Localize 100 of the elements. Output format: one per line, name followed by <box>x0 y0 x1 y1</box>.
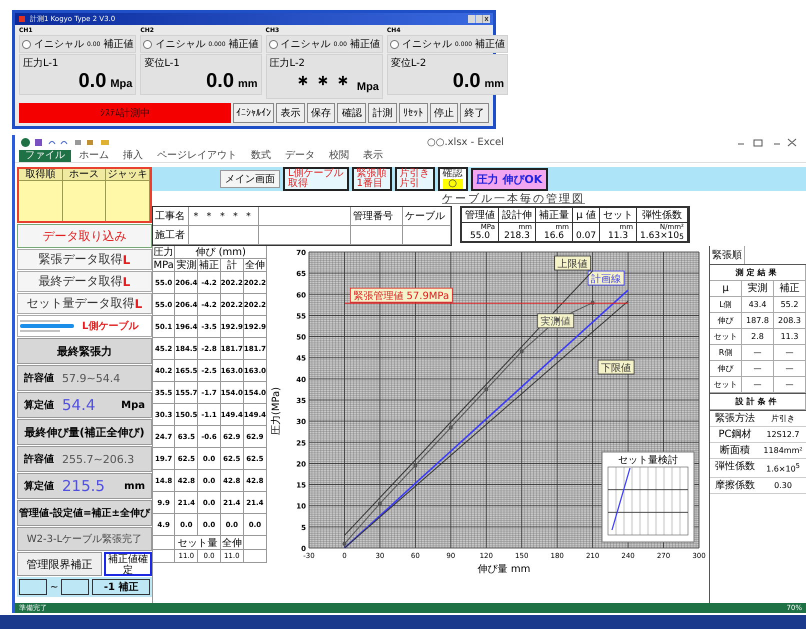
table-cell <box>351 226 403 245</box>
table-cell: 11.3 <box>774 329 806 345</box>
cell-value: 取得 <box>288 179 309 189</box>
radio-button[interactable] <box>22 40 31 48</box>
axis-title: 伸び量 mm <box>478 564 530 575</box>
series-label: 緊張管理値 57.9MPa <box>350 288 453 303</box>
ok-indicator: 圧力 伸びOK <box>470 168 548 190</box>
row-label: 算定値 <box>24 479 54 493</box>
toolbar-button[interactable]: ﾘｾｯﾄ <box>398 103 428 123</box>
radio-button[interactable] <box>268 40 278 48</box>
unit-label: mm <box>484 78 504 90</box>
table-cell: 1.6×10$^{5}$ <box>760 459 806 478</box>
row-label: 弾性係数 <box>710 459 760 478</box>
toolbar-button[interactable]: 表示 <box>276 103 305 123</box>
unit-label: Mpa <box>110 78 132 90</box>
input-field[interactable] <box>19 579 47 595</box>
series-label: 計画線 <box>591 273 622 286</box>
column-header: ホース <box>62 169 106 181</box>
complete-button[interactable]: W2-3-Lケーブル緊張完了 <box>17 527 152 551</box>
row-label: 緊張順 <box>711 248 743 263</box>
ribbon-tab[interactable]: 表示 <box>357 150 389 162</box>
column-header: μ <box>710 281 742 297</box>
column-header: 計 <box>220 259 244 272</box>
column-header: 実測 <box>742 281 774 297</box>
series-label: 計画線 <box>588 270 624 286</box>
table-cell: 2.8 <box>742 329 774 345</box>
toolbar-button[interactable]: 終了 <box>460 103 490 123</box>
macro-button[interactable]: 緊張データ取得L <box>17 249 152 270</box>
cell-label: L側ケーブル <box>288 169 344 179</box>
column-header: 補正 <box>774 281 806 297</box>
allowed-range: 57.9~54.4 <box>62 372 120 384</box>
column-header: 全伸 <box>244 259 267 272</box>
range-separator: ~ <box>50 582 58 592</box>
channel-value: 0.0 <box>78 70 106 93</box>
option-label: イニシャル <box>155 38 206 51</box>
table-cell: 187.8 <box>742 313 774 329</box>
cable-label: L側ケーブル <box>82 320 138 333</box>
column-header: 弾性係数 <box>637 208 688 223</box>
table-cell: — <box>774 361 806 377</box>
table-cell: — <box>742 361 774 377</box>
ribbon-tab[interactable]: ページレイアウト <box>151 150 243 162</box>
axis-title: 圧力(MPa) <box>271 386 282 436</box>
ribbon-tab[interactable]: 数式 <box>245 150 277 162</box>
toolbar-button[interactable]: 確認 <box>337 103 366 123</box>
row-label: 工事名 <box>153 207 189 226</box>
window-title: ○○.xlsx - Excel <box>427 136 504 148</box>
column-header: 圧力 <box>153 246 176 259</box>
table-cell <box>403 226 451 245</box>
radio-button[interactable] <box>390 40 399 48</box>
toolbar-button[interactable]: ｲﾆｼｬﾙｲﾝ <box>233 103 274 123</box>
toolbar-button[interactable]: 停止 <box>430 103 458 123</box>
macro-button[interactable]: データ取り込み <box>17 224 152 248</box>
channel-value: ＊＊＊ <box>292 72 353 97</box>
column-header: μ 値 <box>573 208 600 223</box>
input-field[interactable] <box>61 579 90 595</box>
ribbon-tab[interactable]: ホーム <box>73 150 115 162</box>
sheet-title: ケーブル一本毎の管理図 <box>442 191 585 204</box>
table-title: 測定結果 <box>710 265 806 281</box>
section-title: 最終緊張力 <box>17 338 152 364</box>
radio-button[interactable] <box>143 40 152 48</box>
cable-selector[interactable]: L側ケーブル <box>17 315 152 337</box>
table-cell: 伸び <box>710 361 742 377</box>
table-cell: ケーブル <box>403 207 451 226</box>
cell-label: 確認 <box>442 169 463 179</box>
toolbar-button[interactable]: 保存 <box>306 103 336 123</box>
sheet-button[interactable]: メイン画面 <box>220 170 280 188</box>
toolbar-button[interactable]: 計測 <box>368 103 397 123</box>
macro-button[interactable]: 最終データ取得L <box>17 271 152 292</box>
app-icon <box>18 15 26 23</box>
row-label: 施工者 <box>153 226 189 245</box>
macro-button[interactable]: セット量データ取得L <box>17 293 152 314</box>
ribbon-tab[interactable]: 校閲 <box>323 150 355 162</box>
column-header: 伸び (mm) <box>175 246 267 259</box>
table-cell: 218.3 <box>499 231 536 241</box>
note-label: 補正値 <box>103 38 134 51</box>
offset-field[interactable]: -1 補正 <box>92 579 150 595</box>
row-label: 緊張方法 <box>710 411 760 427</box>
calculated-value: 215.5 <box>62 477 105 495</box>
row-label: 許容値 <box>24 371 54 385</box>
data-point <box>590 300 595 305</box>
column-header: 補正 <box>198 259 221 272</box>
data-point <box>378 502 382 506</box>
table-cell <box>189 226 259 245</box>
table-cell: — <box>774 345 806 361</box>
row-label: 許容値 <box>24 452 54 466</box>
table-cell: 12S12.7 <box>760 427 806 443</box>
table-cell: 55.2 <box>774 297 806 313</box>
channel-label: 変位L-2 <box>390 56 428 70</box>
ribbon-tab[interactable]: 挿入 <box>117 150 149 162</box>
table-cell: 43.4 <box>742 297 774 313</box>
ribbon-tab[interactable]: データ <box>279 150 321 162</box>
cell-label: 緊張順 <box>356 169 387 179</box>
confirm-button[interactable]: 補正値確定 <box>104 552 152 576</box>
channel-value: 0.0 <box>452 70 481 93</box>
table-cell: 伸び <box>710 313 742 329</box>
table-cell: — <box>742 377 774 393</box>
data-point <box>520 349 524 354</box>
ribbon-tab[interactable]: ファイル <box>19 150 71 162</box>
column-header: 全伸 <box>220 536 244 550</box>
alert-banner: ｼｽﾃﾑ計測中 <box>19 103 231 123</box>
